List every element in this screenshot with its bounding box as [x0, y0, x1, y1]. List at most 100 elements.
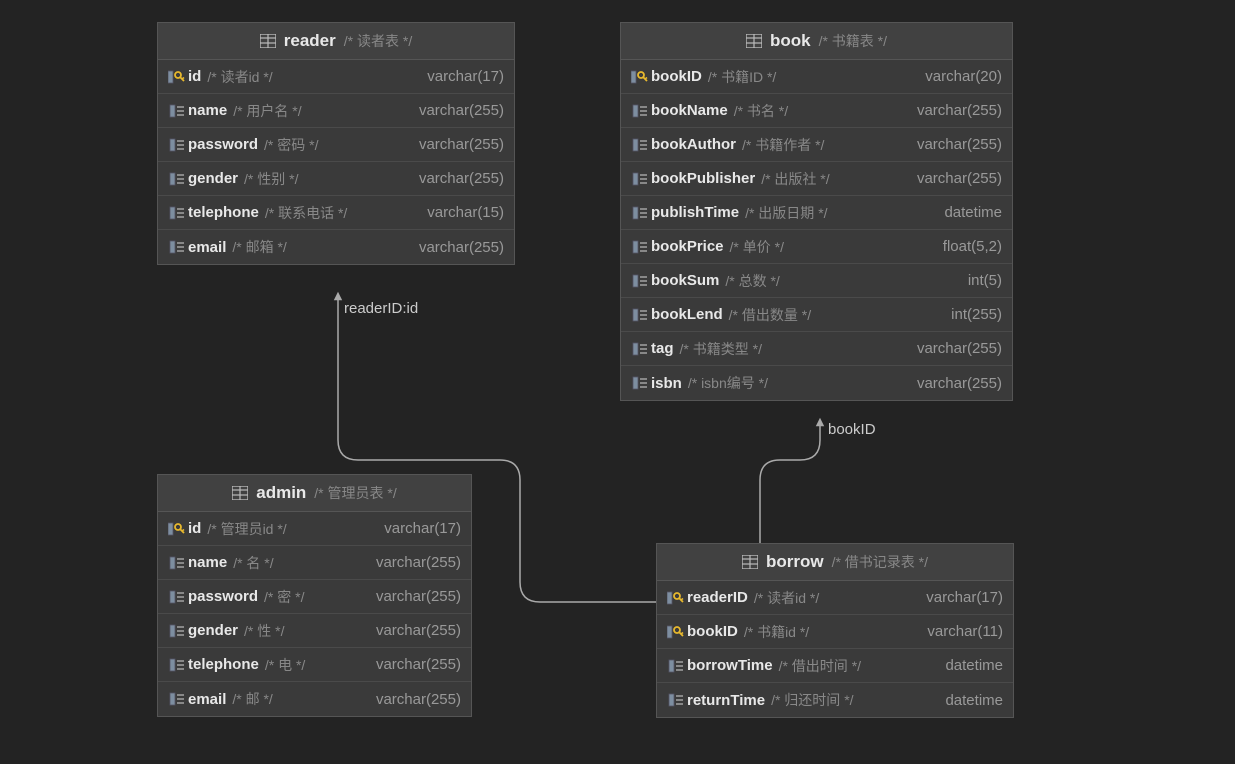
column-name: name [188, 102, 227, 119]
table-icon [260, 34, 276, 48]
column-type: varchar(15) [427, 204, 504, 221]
relationship-label: readerID:id [344, 300, 418, 317]
column-type: datetime [945, 692, 1003, 709]
column-icon [632, 274, 648, 288]
column-row[interactable]: publishTime/* 出版日期 */datetime [621, 196, 1012, 230]
column-comment: /* 名 */ [233, 553, 273, 573]
column-icon [169, 658, 185, 672]
table-comment: /* 管理员表 */ [314, 483, 396, 503]
column-name: bookPrice [651, 238, 724, 255]
column-comment: /* 电 */ [265, 655, 305, 675]
column-row[interactable]: name /* 名 */ varchar(255) [158, 546, 471, 580]
column-type: varchar(255) [376, 554, 461, 571]
column-icon [169, 556, 185, 570]
column-icon [632, 308, 648, 322]
column-row[interactable]: password/* 密码 */varchar(255) [158, 128, 514, 162]
table-header[interactable]: book/* 书籍表 */ [621, 23, 1012, 60]
column-row[interactable]: id/* 管理员id */varchar(17) [158, 512, 471, 546]
column-row[interactable]: borrowTime/* 借出时间 */datetime [657, 649, 1013, 683]
column-comment: /* isbn编号 */ [688, 373, 768, 393]
column-type: varchar(255) [419, 170, 504, 187]
column-type: varchar(255) [917, 340, 1002, 357]
column-type: varchar(11) [927, 623, 1003, 640]
column-row[interactable]: bookLend/* 借出数量 */int(255) [621, 298, 1012, 332]
column-row[interactable]: isbn/* isbn编号 */varchar(255) [621, 366, 1012, 400]
column-row[interactable]: readerID /* 读者id */ varchar(17) [657, 581, 1013, 615]
column-icon [668, 693, 684, 707]
table-icon [232, 486, 248, 500]
column-row[interactable]: telephone /* 联系电话 */ varchar(15) [158, 196, 514, 230]
column-name: bookPublisher [651, 170, 755, 187]
column-comment: /* 读者id */ [754, 588, 819, 608]
table-borrow[interactable]: borrow/* 借书记录表 */ readerID /* 读者id */ varch… [656, 543, 1014, 718]
column-type: int(255) [951, 306, 1002, 323]
column-row[interactable]: returnTime/* 归还时间 */datetime [657, 683, 1013, 717]
column-type: varchar(255) [419, 239, 504, 256]
column-row[interactable]: bookPrice/* 单价 */float(5,2) [621, 230, 1012, 264]
column-icon [632, 240, 648, 254]
column-name: returnTime [687, 692, 765, 709]
table-header[interactable]: admin/* 管理员表 */ [158, 475, 471, 512]
table-header[interactable]: borrow/* 借书记录表 */ [657, 544, 1013, 581]
column-row[interactable]: gender /* 性别 */ varchar(255) [158, 162, 514, 196]
column-icon [169, 206, 185, 220]
column-row[interactable]: name/* 用户名 */varchar(255) [158, 94, 514, 128]
table-admin[interactable]: admin/* 管理员表 */id/* 管理员id */varchar(17)n… [157, 474, 472, 717]
column-row[interactable]: gender/* 性 */varchar(255) [158, 614, 471, 648]
column-row[interactable]: bookSum/* 总数 */int(5) [621, 264, 1012, 298]
column-row[interactable]: id/* 读者id */varchar(17) [158, 60, 514, 94]
column-comment: /* 书籍类型 */ [680, 339, 762, 359]
table-title: borrow [766, 552, 824, 572]
column-type: varchar(255) [376, 588, 461, 605]
column-name: id [188, 520, 201, 537]
column-name: name [188, 554, 227, 571]
column-row[interactable]: email /* 邮箱 */ varchar(255) [158, 230, 514, 264]
column-type: datetime [944, 204, 1002, 221]
column-row[interactable]: bookPublisher/* 出版社 */varchar(255) [621, 162, 1012, 196]
column-icon [169, 624, 185, 638]
column-comment: /* 书籍ID */ [708, 67, 776, 87]
relationship-label: bookID [828, 421, 876, 438]
column-name: bookID [651, 68, 702, 85]
column-row[interactable]: telephone/* 电 */varchar(255) [158, 648, 471, 682]
column-name: readerID [687, 589, 748, 606]
column-comment: /* 联系电话 */ [265, 203, 347, 223]
table-reader[interactable]: reader/* 读者表 */id/* 读者id */varchar(17)na… [157, 22, 515, 265]
column-type: varchar(17) [926, 589, 1003, 606]
column-name: id [188, 68, 201, 85]
column-type: varchar(255) [917, 102, 1002, 119]
column-icon [632, 138, 648, 152]
column-icon [632, 376, 648, 390]
column-row[interactable]: bookName/* 书名 */varchar(255) [621, 94, 1012, 128]
table-icon [742, 555, 758, 569]
table-header[interactable]: reader/* 读者表 */ [158, 23, 514, 60]
column-name: bookAuthor [651, 136, 736, 153]
column-comment: /* 密 */ [264, 587, 304, 607]
column-name: email [188, 239, 226, 256]
table-icon [746, 34, 762, 48]
column-name: password [188, 588, 258, 605]
primary-key-icon [667, 625, 685, 639]
column-name: gender [188, 170, 238, 187]
column-comment: /* 邮箱 */ [232, 237, 286, 257]
column-row[interactable]: bookID/* 书籍id */varchar(11) [657, 615, 1013, 649]
column-comment: /* 总数 */ [725, 271, 779, 291]
column-type: varchar(20) [925, 68, 1002, 85]
column-icon [632, 342, 648, 356]
column-name: bookLend [651, 306, 723, 323]
column-comment: /* 性别 */ [244, 169, 298, 189]
table-book[interactable]: book/* 书籍表 */ bookID /* 书籍ID */ varchar(20)… [620, 22, 1013, 401]
column-row[interactable]: bookID /* 书籍ID */ varchar(20) [621, 60, 1012, 94]
column-row[interactable]: tag/* 书籍类型 */varchar(255) [621, 332, 1012, 366]
column-comment: /* 性 */ [244, 621, 284, 641]
column-type: varchar(17) [384, 520, 461, 537]
column-row[interactable]: email/* 邮 */varchar(255) [158, 682, 471, 716]
column-row[interactable]: password /* 密 */ varchar(255) [158, 580, 471, 614]
column-type: varchar(255) [419, 102, 504, 119]
column-row[interactable]: bookAuthor/* 书籍作者 */varchar(255) [621, 128, 1012, 162]
column-name: telephone [188, 204, 259, 221]
column-type: varchar(255) [376, 656, 461, 673]
column-type: varchar(17) [427, 68, 504, 85]
primary-key-icon [168, 522, 186, 536]
column-icon [632, 172, 648, 186]
